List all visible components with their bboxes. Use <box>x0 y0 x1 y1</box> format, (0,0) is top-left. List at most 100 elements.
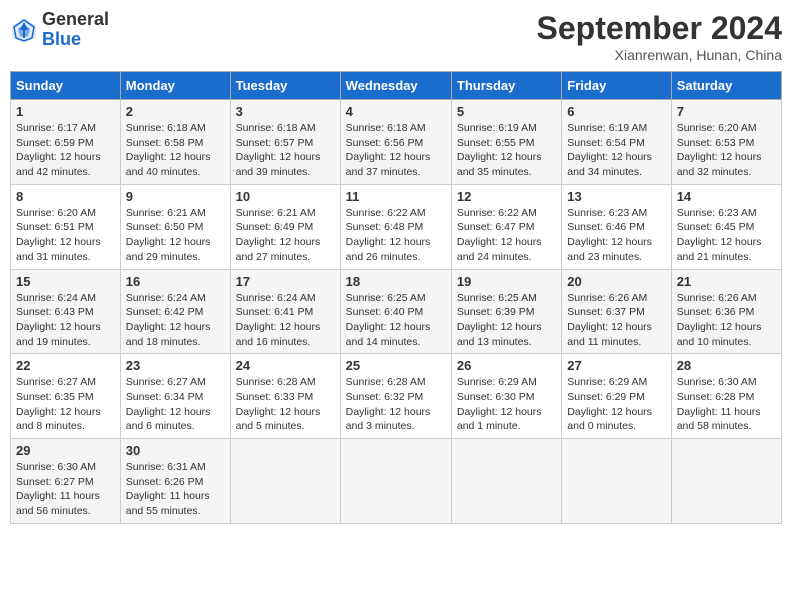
day-info: Sunrise: 6:19 AM Sunset: 6:54 PM Dayligh… <box>567 121 665 180</box>
day-number: 11 <box>346 189 446 204</box>
day-info: Sunrise: 6:30 AM Sunset: 6:28 PM Dayligh… <box>677 375 776 434</box>
day-info: Sunrise: 6:22 AM Sunset: 6:48 PM Dayligh… <box>346 206 446 265</box>
weekday-header: Tuesday <box>230 72 340 100</box>
calendar-cell <box>340 439 451 524</box>
day-number: 4 <box>346 104 446 119</box>
calendar-cell: 19 Sunrise: 6:25 AM Sunset: 6:39 PM Dayli… <box>451 269 561 354</box>
day-number: 23 <box>126 358 225 373</box>
calendar-cell: 20 Sunrise: 6:26 AM Sunset: 6:37 PM Dayli… <box>562 269 671 354</box>
day-info: Sunrise: 6:18 AM Sunset: 6:57 PM Dayligh… <box>236 121 335 180</box>
day-info: Sunrise: 6:21 AM Sunset: 6:50 PM Dayligh… <box>126 206 225 265</box>
day-number: 2 <box>126 104 225 119</box>
logo-icon <box>10 16 38 44</box>
calendar-week-row: 8 Sunrise: 6:20 AM Sunset: 6:51 PM Daylig… <box>11 184 782 269</box>
weekday-header: Friday <box>562 72 671 100</box>
weekday-header: Monday <box>120 72 230 100</box>
day-number: 30 <box>126 443 225 458</box>
day-info: Sunrise: 6:28 AM Sunset: 6:33 PM Dayligh… <box>236 375 335 434</box>
calendar-cell: 25 Sunrise: 6:28 AM Sunset: 6:32 PM Dayli… <box>340 354 451 439</box>
day-number: 19 <box>457 274 556 289</box>
day-number: 5 <box>457 104 556 119</box>
day-number: 1 <box>16 104 115 119</box>
location: Xianrenwan, Hunan, China <box>537 47 782 63</box>
calendar-cell: 13Sunrise: 6:23 AM Sunset: 6:46 PM Dayli… <box>562 184 671 269</box>
calendar-cell <box>562 439 671 524</box>
day-info: Sunrise: 6:25 AM Sunset: 6:39 PM Dayligh… <box>457 291 556 350</box>
weekday-header: Sunday <box>11 72 121 100</box>
calendar-cell: 14 Sunrise: 6:23 AM Sunset: 6:45 PM Dayli… <box>671 184 781 269</box>
calendar-cell: 28 Sunrise: 6:30 AM Sunset: 6:28 PM Dayli… <box>671 354 781 439</box>
calendar-cell: 7Sunrise: 6:20 AM Sunset: 6:53 PM Daylig… <box>671 100 781 185</box>
weekday-header: Saturday <box>671 72 781 100</box>
calendar-week-row: 29 Sunrise: 6:30 AM Sunset: 6:27 PM Dayli… <box>11 439 782 524</box>
day-info: Sunrise: 6:17 AM Sunset: 6:59 PM Dayligh… <box>16 121 115 180</box>
day-number: 29 <box>16 443 115 458</box>
calendar-cell: 5 Sunrise: 6:19 AM Sunset: 6:55 PM Daylig… <box>451 100 561 185</box>
day-info: Sunrise: 6:24 AM Sunset: 6:41 PM Dayligh… <box>236 291 335 350</box>
calendar-cell: 6Sunrise: 6:19 AM Sunset: 6:54 PM Daylig… <box>562 100 671 185</box>
day-info: Sunrise: 6:22 AM Sunset: 6:47 PM Dayligh… <box>457 206 556 265</box>
calendar-cell: 15 Sunrise: 6:24 AM Sunset: 6:43 PM Dayli… <box>11 269 121 354</box>
day-number: 17 <box>236 274 335 289</box>
day-number: 7 <box>677 104 776 119</box>
day-info: Sunrise: 6:23 AM Sunset: 6:45 PM Dayligh… <box>677 206 776 265</box>
logo-text: General Blue <box>42 10 109 50</box>
day-info: Sunrise: 6:19 AM Sunset: 6:55 PM Dayligh… <box>457 121 556 180</box>
day-info: Sunrise: 6:27 AM Sunset: 6:34 PM Dayligh… <box>126 375 225 434</box>
day-number: 27 <box>567 358 665 373</box>
day-info: Sunrise: 6:20 AM Sunset: 6:51 PM Dayligh… <box>16 206 115 265</box>
day-info: Sunrise: 6:24 AM Sunset: 6:43 PM Dayligh… <box>16 291 115 350</box>
calendar-cell: 8 Sunrise: 6:20 AM Sunset: 6:51 PM Daylig… <box>11 184 121 269</box>
day-info: Sunrise: 6:30 AM Sunset: 6:27 PM Dayligh… <box>16 460 115 519</box>
day-info: Sunrise: 6:18 AM Sunset: 6:58 PM Dayligh… <box>126 121 225 180</box>
calendar-cell <box>671 439 781 524</box>
day-number: 18 <box>346 274 446 289</box>
calendar-cell: 1 Sunrise: 6:17 AM Sunset: 6:59 PM Daylig… <box>11 100 121 185</box>
calendar-cell: 23 Sunrise: 6:27 AM Sunset: 6:34 PM Dayli… <box>120 354 230 439</box>
day-number: 20 <box>567 274 665 289</box>
day-info: Sunrise: 6:18 AM Sunset: 6:56 PM Dayligh… <box>346 121 446 180</box>
weekday-header-row: SundayMondayTuesdayWednesdayThursdayFrid… <box>11 72 782 100</box>
day-number: 9 <box>126 189 225 204</box>
calendar-cell: 21Sunrise: 6:26 AM Sunset: 6:36 PM Dayli… <box>671 269 781 354</box>
day-number: 14 <box>677 189 776 204</box>
day-number: 22 <box>16 358 115 373</box>
calendar-cell: 24 Sunrise: 6:28 AM Sunset: 6:33 PM Dayli… <box>230 354 340 439</box>
calendar-cell: 16Sunrise: 6:24 AM Sunset: 6:42 PM Dayli… <box>120 269 230 354</box>
day-info: Sunrise: 6:28 AM Sunset: 6:32 PM Dayligh… <box>346 375 446 434</box>
calendar-cell: 2 Sunrise: 6:18 AM Sunset: 6:58 PM Daylig… <box>120 100 230 185</box>
day-number: 16 <box>126 274 225 289</box>
calendar-cell: 29 Sunrise: 6:30 AM Sunset: 6:27 PM Dayli… <box>11 439 121 524</box>
title-block: September 2024 Xianrenwan, Hunan, China <box>537 10 782 63</box>
day-info: Sunrise: 6:23 AM Sunset: 6:46 PM Dayligh… <box>567 206 665 265</box>
day-info: Sunrise: 6:29 AM Sunset: 6:30 PM Dayligh… <box>457 375 556 434</box>
day-number: 28 <box>677 358 776 373</box>
day-info: Sunrise: 6:27 AM Sunset: 6:35 PM Dayligh… <box>16 375 115 434</box>
day-number: 15 <box>16 274 115 289</box>
calendar-cell: 18Sunrise: 6:25 AM Sunset: 6:40 PM Dayli… <box>340 269 451 354</box>
calendar-cell: 4 Sunrise: 6:18 AM Sunset: 6:56 PM Daylig… <box>340 100 451 185</box>
page-header: General Blue September 2024 Xianrenwan, … <box>10 10 782 63</box>
calendar-cell <box>230 439 340 524</box>
day-number: 8 <box>16 189 115 204</box>
day-info: Sunrise: 6:26 AM Sunset: 6:37 PM Dayligh… <box>567 291 665 350</box>
calendar-cell: 30Sunrise: 6:31 AM Sunset: 6:26 PM Dayli… <box>120 439 230 524</box>
calendar-cell: 22 Sunrise: 6:27 AM Sunset: 6:35 PM Dayli… <box>11 354 121 439</box>
calendar-cell: 3Sunrise: 6:18 AM Sunset: 6:57 PM Daylig… <box>230 100 340 185</box>
calendar-cell: 10Sunrise: 6:21 AM Sunset: 6:49 PM Dayli… <box>230 184 340 269</box>
calendar-cell: 12 Sunrise: 6:22 AM Sunset: 6:47 PM Dayli… <box>451 184 561 269</box>
day-info: Sunrise: 6:26 AM Sunset: 6:36 PM Dayligh… <box>677 291 776 350</box>
calendar-week-row: 15 Sunrise: 6:24 AM Sunset: 6:43 PM Dayli… <box>11 269 782 354</box>
day-number: 12 <box>457 189 556 204</box>
day-number: 26 <box>457 358 556 373</box>
logo: General Blue <box>10 10 109 50</box>
calendar-table: SundayMondayTuesdayWednesdayThursdayFrid… <box>10 71 782 524</box>
day-info: Sunrise: 6:29 AM Sunset: 6:29 PM Dayligh… <box>567 375 665 434</box>
day-info: Sunrise: 6:21 AM Sunset: 6:49 PM Dayligh… <box>236 206 335 265</box>
day-number: 24 <box>236 358 335 373</box>
calendar-week-row: 22 Sunrise: 6:27 AM Sunset: 6:35 PM Dayli… <box>11 354 782 439</box>
month-title: September 2024 <box>537 10 782 47</box>
calendar-cell: 9 Sunrise: 6:21 AM Sunset: 6:50 PM Daylig… <box>120 184 230 269</box>
day-number: 25 <box>346 358 446 373</box>
weekday-header: Wednesday <box>340 72 451 100</box>
